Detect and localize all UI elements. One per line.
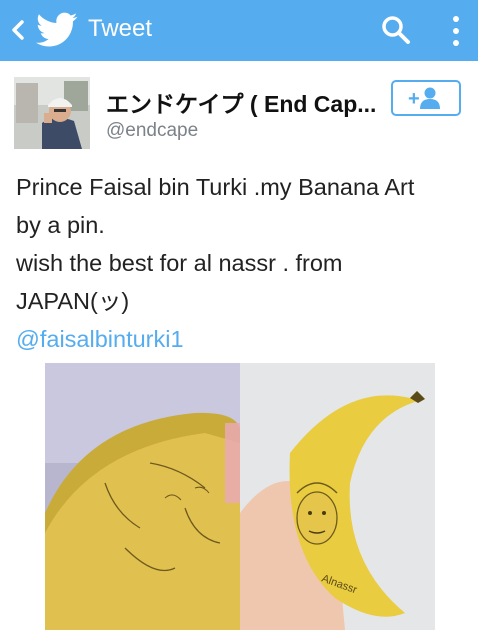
avatar-photo — [14, 77, 90, 149]
follow-user-icon: + — [408, 87, 440, 110]
mention-link[interactable]: @faisalbinturki1 — [16, 320, 468, 358]
chevron-left-icon[interactable] — [8, 18, 28, 42]
page-title: Tweet — [88, 15, 153, 42]
tweet-text: Prince Faisal bin Turki .my Banana Art b… — [16, 168, 468, 358]
tweet-media[interactable]: Alnassr — [45, 363, 435, 630]
tweet-line: JAPAN(ッ) — [16, 288, 130, 314]
more-vertical-icon[interactable] — [446, 13, 466, 49]
user-handle[interactable]: @endcape — [106, 120, 198, 142]
tweet-line: Prince Faisal bin Turki .my Banana Art — [16, 174, 415, 200]
tweet-line: wish the best for al nassr . from — [16, 250, 343, 276]
follow-button[interactable]: + — [391, 80, 461, 116]
follow-plus: + — [408, 88, 420, 110]
search-icon[interactable] — [380, 14, 412, 46]
app-bar: Tweet — [0, 0, 478, 61]
tweet-line: by a pin. — [16, 212, 105, 238]
banana-art-photo: Alnassr — [45, 363, 435, 630]
display-name[interactable]: エンドケイプ ( End Cap... — [106, 85, 376, 119]
avatar[interactable] — [14, 77, 90, 149]
twitter-bird-icon — [36, 12, 78, 47]
